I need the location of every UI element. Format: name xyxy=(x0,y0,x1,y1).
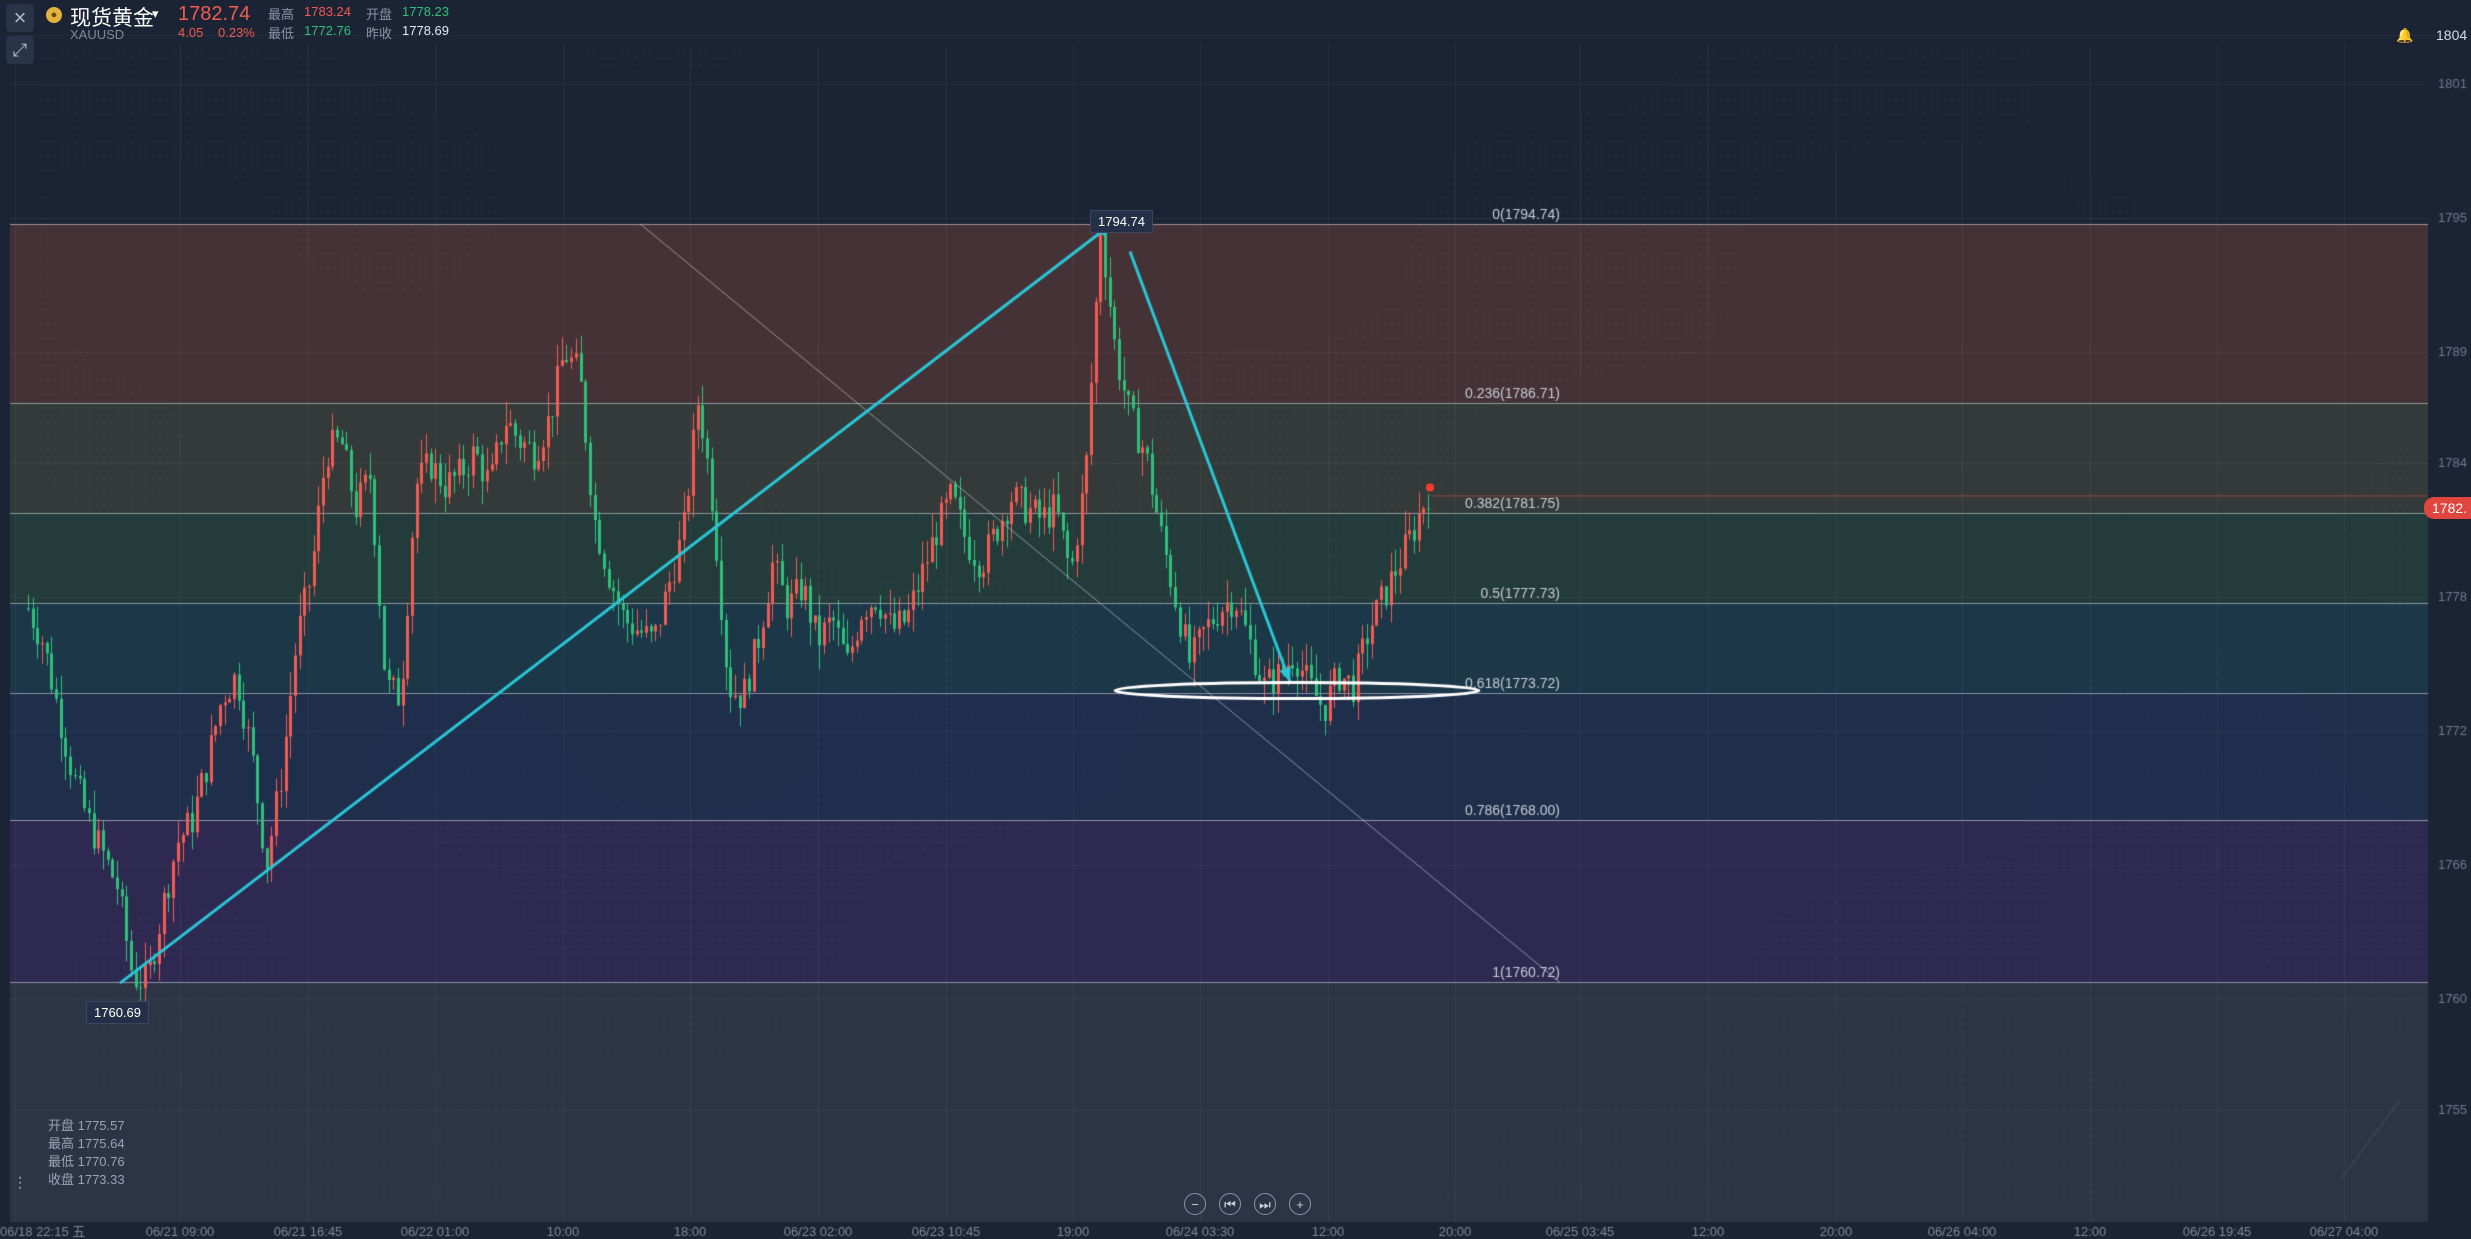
first-page-icon[interactable]: ⏮ xyxy=(1219,1193,1241,1215)
ohlc-close: 收盘 1773.33 xyxy=(48,1172,125,1187)
low-label: 最低 xyxy=(268,26,295,41)
bell-icon[interactable]: 🔔 xyxy=(2396,26,2414,44)
symbol-code: XAUUSD xyxy=(70,27,125,42)
close-icon[interactable]: × xyxy=(6,4,34,32)
price-change: 4.05 xyxy=(178,25,204,40)
last-page-icon[interactable]: ⏭ xyxy=(1254,1193,1276,1215)
high-value: 1783.24 xyxy=(304,4,351,19)
open-value: 1778.23 xyxy=(402,4,449,19)
expand-icon[interactable]: ⤢ xyxy=(6,36,34,64)
prev-close-label: 昨收 xyxy=(366,26,393,41)
price-change-percent: 0.23% xyxy=(218,25,255,40)
zoom-in-icon[interactable]: + xyxy=(1289,1193,1311,1215)
swing-low-label: 1760.69 xyxy=(86,1001,149,1024)
zoom-out-icon[interactable]: − xyxy=(1184,1193,1206,1215)
last-price: 1782.74 xyxy=(178,3,251,25)
indicator-icon[interactable]: ⫶ xyxy=(6,1170,34,1198)
chart-header: × ⤢ ● 现货黄金 ▾ XAUUSD 1782.74 4.05 0.23% 最… xyxy=(0,0,2471,64)
ohlc-open: 开盘 1775.57 xyxy=(48,1118,125,1133)
axis-top-price: 1804 xyxy=(2436,27,2468,43)
gold-coin-icon: ● xyxy=(46,7,62,23)
candlestick-chart-canvas[interactable] xyxy=(0,0,2471,1239)
open-label: 开盘 xyxy=(366,7,393,22)
ohlc-low: 最低 1770.76 xyxy=(48,1154,125,1169)
symbol-dropdown-icon[interactable]: ▾ xyxy=(152,6,159,22)
swing-high-label: 1794.74 xyxy=(1090,210,1153,233)
prev-close-value: 1778.69 xyxy=(402,23,449,38)
ohlc-high: 最高 1775.64 xyxy=(48,1136,125,1151)
current-price-tag: 1782. xyxy=(2424,497,2471,519)
high-label: 最高 xyxy=(268,7,295,22)
low-value: 1772.76 xyxy=(304,23,351,38)
